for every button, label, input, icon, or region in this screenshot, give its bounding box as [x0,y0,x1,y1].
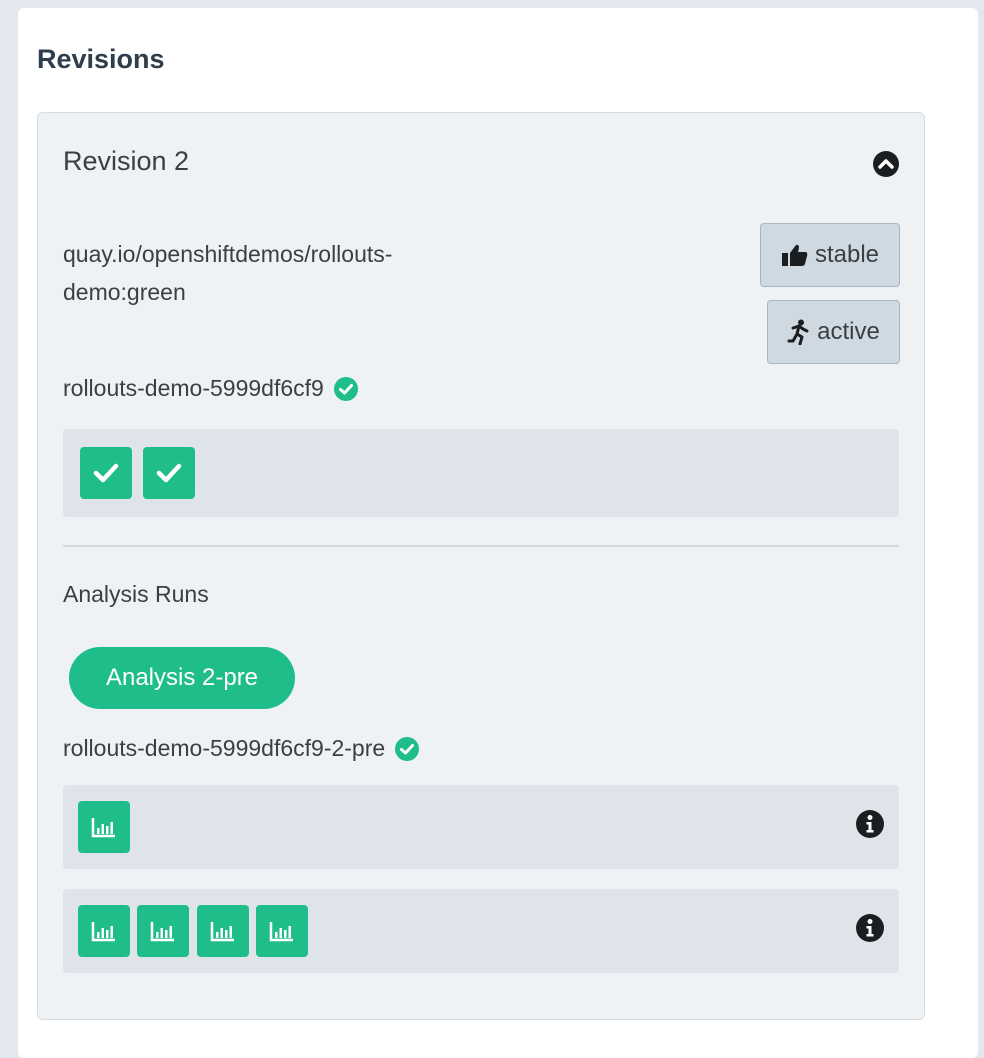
stable-badge-button[interactable]: stable [760,223,900,287]
revision-card: Revision 2 quay.io/openshiftdemos/rollou… [37,112,925,1020]
chart-icon[interactable] [137,905,189,957]
thumbs-up-icon [781,244,808,266]
image-line-2: demo:green [63,279,186,305]
replicaset-row: rollouts-demo-5999df6cf9 [63,375,358,402]
replicaset-name: rollouts-demo-5999df6cf9 [63,375,324,401]
chart-icon[interactable] [78,801,130,853]
check-icon [93,463,119,483]
active-label: active [817,318,880,345]
info-icon[interactable] [855,913,885,943]
active-badge-button[interactable]: active [767,300,900,364]
revision-title: Revision 2 [63,146,190,176]
chart-icon[interactable] [78,905,130,957]
analysis-run-row: rollouts-demo-5999df6cf9-2-pre [63,735,420,762]
pods-container [63,429,899,517]
stable-label: stable [814,241,880,268]
info-icon[interactable] [855,809,885,839]
section-title: Revisions [37,44,165,74]
pod-status-icon[interactable] [80,447,132,499]
divider [63,545,899,547]
chevron-up-icon[interactable] [872,150,900,178]
running-icon [787,319,809,345]
analysis-run-pill[interactable]: Analysis 2-pre [69,647,295,709]
pod-status-icon[interactable] [143,447,195,499]
check-circle-icon [333,376,358,401]
metric-row [63,785,899,869]
metric-row [63,889,899,973]
check-circle-icon [395,736,420,761]
check-icon [156,463,182,483]
image-line-1: quay.io/openshiftdemos/rollouts- [63,241,393,267]
container-image: quay.io/openshiftdemos/rollouts- demo:gr… [63,235,503,311]
analysis-runs-title: Analysis Runs [63,581,209,607]
chart-icon[interactable] [197,905,249,957]
analysis-run-name: rollouts-demo-5999df6cf9-2-pre [63,735,386,761]
chart-icon[interactable] [256,905,308,957]
